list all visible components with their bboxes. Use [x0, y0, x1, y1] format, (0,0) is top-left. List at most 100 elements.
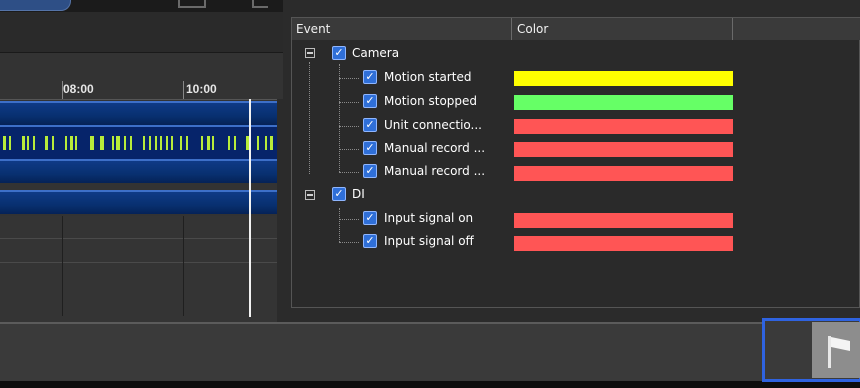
- column-header-event[interactable]: Event: [292, 18, 512, 40]
- recording-mark: [90, 136, 94, 150]
- timeline-scale[interactable]: [0, 53, 290, 100]
- color-swatch-unit-connection[interactable]: [514, 119, 733, 134]
- recording-mark: [3, 136, 6, 150]
- tree-connector: [339, 208, 340, 242]
- tree-connector: [339, 242, 359, 243]
- recording-mark: [112, 136, 114, 150]
- checkmark-icon: ✓: [365, 234, 375, 247]
- recording-mark: [130, 136, 132, 150]
- grid-line: [0, 262, 277, 263]
- checkbox-camera[interactable]: ✓: [332, 46, 346, 60]
- recording-mark: [65, 136, 67, 150]
- flag-icon: [828, 336, 850, 368]
- tree-connector: [339, 172, 359, 173]
- event-label-motion-started: Motion started: [384, 70, 472, 84]
- recording-mark: [9, 136, 11, 150]
- color-swatch-input-signal-off[interactable]: [514, 236, 733, 251]
- checkbox-input-signal-on[interactable]: ✓: [363, 211, 377, 225]
- bookmark-button[interactable]: [812, 322, 860, 378]
- time-label-0800: 08:00: [63, 82, 94, 96]
- recording-mark: [257, 136, 259, 150]
- checkmark-icon: ✓: [365, 141, 375, 154]
- timeline-band[interactable]: [0, 161, 277, 183]
- color-swatch-manual-record-1[interactable]: [514, 142, 733, 157]
- recording-mark: [160, 136, 162, 150]
- recording-mark: [70, 136, 73, 150]
- group-label-camera: Camera: [352, 46, 400, 60]
- time-label-1000: 10:00: [186, 82, 217, 96]
- timeline-mode-button[interactable]: [0, 0, 71, 11]
- color-swatch-manual-record-2[interactable]: [514, 166, 733, 181]
- checkbox-unit-connection[interactable]: ✓: [363, 118, 377, 132]
- recording-mark: [116, 136, 120, 150]
- recording-mark: [75, 136, 77, 150]
- recording-mark: [100, 136, 104, 150]
- checkmark-icon: ✓: [334, 187, 344, 200]
- tree-connector: [339, 64, 340, 172]
- tree-connector: [339, 149, 359, 150]
- event-label-unit-connection: Unit connectio...: [384, 118, 482, 132]
- recording-mark: [45, 136, 48, 150]
- checkbox-motion-stopped[interactable]: ✓: [363, 94, 377, 108]
- recording-mark: [143, 136, 145, 150]
- tree-connector: [339, 102, 359, 103]
- event-label-input-signal-off: Input signal off: [384, 234, 474, 248]
- recording-mark: [265, 136, 267, 150]
- scale-tick: [183, 81, 184, 99]
- playback-cursor[interactable]: [249, 99, 251, 317]
- timeline-band[interactable]: [0, 103, 277, 125]
- tree-connector: [309, 62, 310, 174]
- event-color-panel: [291, 17, 860, 308]
- bottom-shadow: [0, 381, 860, 388]
- bottom-toolbar: [0, 324, 860, 381]
- event-label-input-signal-on: Input signal on: [384, 211, 474, 225]
- tree-connector: [339, 78, 359, 79]
- checkmark-icon: ✓: [365, 211, 375, 224]
- recording-mark: [155, 136, 157, 150]
- grid-line: [0, 238, 277, 239]
- layout-icon[interactable]: [252, 0, 268, 8]
- window-icon[interactable]: [178, 0, 206, 8]
- recording-mark: [124, 136, 126, 150]
- checkmark-icon: ✓: [365, 118, 375, 131]
- checkbox-manual-record-1[interactable]: ✓: [363, 141, 377, 155]
- column-header-color[interactable]: Color: [513, 18, 733, 40]
- color-swatch-input-signal-on[interactable]: [514, 213, 733, 228]
- timeline-toolbar: [0, 12, 290, 53]
- grid-line: [183, 216, 184, 316]
- color-swatch-motion-stopped[interactable]: [514, 95, 733, 110]
- event-label-manual-record-1: Manual record ...: [384, 141, 486, 155]
- group-label-di: DI: [352, 187, 365, 201]
- timeline-grid[interactable]: [0, 216, 277, 322]
- color-swatch-motion-started[interactable]: [514, 71, 733, 86]
- tree-connector: [339, 219, 359, 220]
- recording-mark: [52, 136, 54, 150]
- recording-mark: [180, 136, 182, 150]
- recording-mark: [270, 136, 273, 150]
- recording-mark: [207, 136, 210, 150]
- recording-mark: [149, 136, 151, 150]
- recording-mark: [171, 136, 173, 150]
- checkbox-input-signal-off[interactable]: ✓: [363, 234, 377, 248]
- recording-track[interactable]: [0, 127, 277, 159]
- checkmark-icon: ✓: [365, 164, 375, 177]
- recording-mark: [22, 136, 25, 150]
- timeline-band[interactable]: [0, 192, 277, 214]
- checkbox-di[interactable]: ✓: [332, 187, 346, 201]
- event-label-manual-record-2: Manual record ...: [384, 164, 486, 178]
- recording-mark: [166, 136, 168, 150]
- event-label-motion-stopped: Motion stopped: [384, 94, 478, 108]
- collapse-icon[interactable]: [305, 190, 315, 200]
- recording-mark: [212, 136, 214, 150]
- checkmark-icon: ✓: [334, 46, 344, 59]
- checkbox-manual-record-2[interactable]: ✓: [363, 164, 377, 178]
- recording-mark: [33, 136, 35, 150]
- collapse-icon[interactable]: [305, 48, 315, 58]
- tree-connector: [339, 126, 359, 127]
- recording-mark: [201, 136, 203, 150]
- checkbox-motion-started[interactable]: ✓: [363, 70, 377, 84]
- recording-mark: [228, 136, 230, 150]
- checkmark-icon: ✓: [365, 70, 375, 83]
- recording-mark: [234, 136, 236, 150]
- grid-line: [62, 216, 63, 316]
